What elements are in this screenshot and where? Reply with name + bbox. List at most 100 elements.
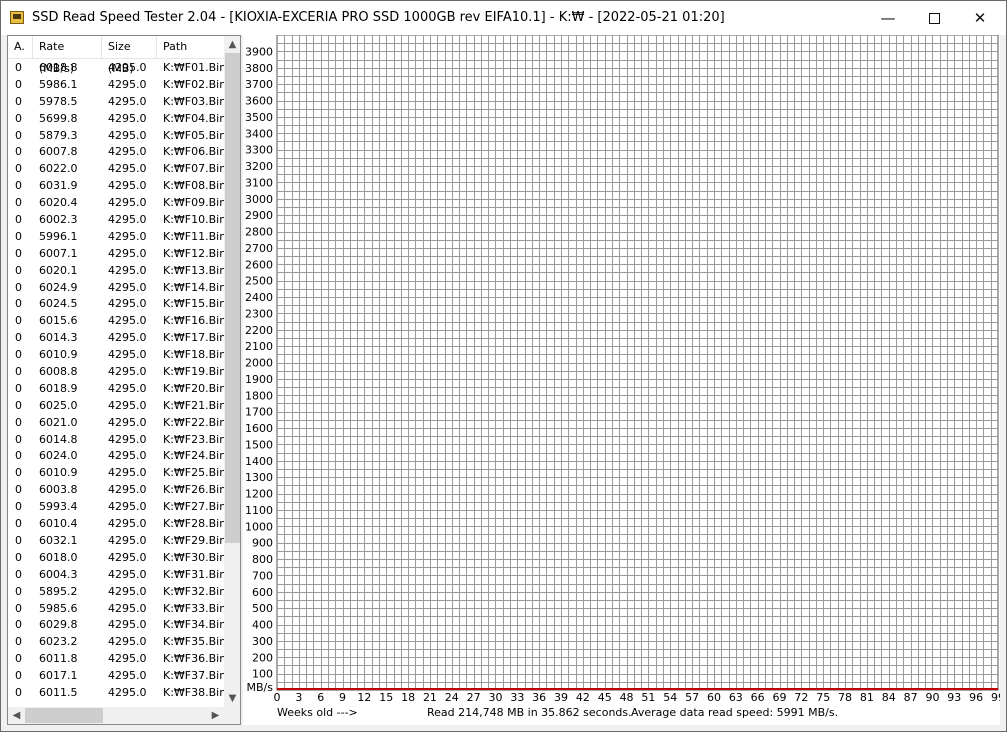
path-cell: K:₩F38.Bin	[163, 685, 227, 699]
list-item[interactable]: 0 6010.9 4295.0 K:₩F25.Bin	[8, 464, 227, 481]
list-item[interactable]: 0 6021.0 4295.0 K:₩F22.Bin	[8, 414, 226, 431]
list-item[interactable]: 0 6002.3 4295.0 K:₩F10.Bin	[8, 211, 226, 228]
attempt-cell: 0	[15, 567, 22, 581]
path-cell: K:₩F25.Bin	[163, 466, 227, 480]
x-tick-label: 72	[794, 691, 808, 704]
size-cell: 4295.0	[108, 685, 147, 699]
list-item[interactable]: 0 6029.8 4295.0 K:₩F34.Bin	[8, 616, 226, 633]
size-cell: 4295.0	[108, 584, 147, 598]
close-icon: ✕	[973, 9, 987, 27]
list-item[interactable]: 0 6014.3 4295.0 K:₩F17.Bin	[8, 329, 226, 346]
list-item[interactable]: 0 6010.4 4295.0 K:₩F28.Bin	[8, 515, 227, 532]
attempt-cell: 0	[15, 365, 22, 379]
list-item[interactable]: 0 6024.0 4295.0 K:₩F24.Bin	[8, 447, 226, 464]
horizontal-scroll-thumb[interactable]	[25, 708, 103, 723]
attempt-cell: 0	[15, 652, 22, 666]
list-item[interactable]: 0 6007.1 4295.0 K:₩F12.Bin	[8, 245, 227, 262]
title-bar[interactable]: SSD Read Speed Tester 2.04 - [KIOXIA-EXC…	[1, 1, 1006, 35]
list-item[interactable]: 0 6022.0 4295.0 K:₩F07.Bin	[8, 160, 226, 177]
list-item[interactable]: 0 6011.8 4295.0 K:₩F36.Bin	[8, 650, 226, 667]
path-cell: K:₩F28.Bin	[163, 517, 227, 531]
x-tick-label: 27	[467, 691, 481, 704]
column-header-path[interactable]: Path	[157, 36, 224, 58]
list-item[interactable]: 0 6011.5 4295.0 K:₩F38.Bin	[8, 684, 227, 701]
size-cell: 4295.0	[108, 348, 147, 362]
scroll-up-arrow-icon[interactable]: ▲	[224, 36, 240, 53]
size-cell: 4295.0	[108, 533, 147, 547]
list-item[interactable]: 0 5895.2 4295.0 K:₩F32.Bin	[8, 583, 226, 600]
size-cell: 4295.0	[108, 669, 147, 683]
close-button[interactable]: ✕	[957, 1, 1003, 35]
column-header-rate[interactable]: Rate (MB/s)	[33, 36, 102, 75]
y-tick-label: 1000	[245, 520, 273, 533]
size-cell: 4295.0	[108, 179, 147, 193]
list-item[interactable]: 0 5985.6 4295.0 K:₩F33.Bin	[8, 600, 226, 617]
path-cell: K:₩F23.Bin	[163, 432, 227, 446]
vertical-scrollbar[interactable]: ▲ ▼	[224, 36, 240, 707]
path-cell: K:₩F35.Bin	[163, 635, 227, 649]
size-cell: 4295.0	[108, 466, 147, 480]
size-cell: 4295.0	[108, 280, 147, 294]
list-item[interactable]: 0 6015.6 4295.0 K:₩F16.Bin	[8, 312, 227, 329]
list-item[interactable]: 0 5978.5 4295.0 K:₩F03.Bin	[8, 93, 226, 110]
path-cell: K:₩F11.Bin	[163, 229, 227, 243]
list-item[interactable]: 0 6004.3 4295.0 K:₩F31.Bin	[8, 566, 226, 583]
scroll-left-arrow-icon[interactable]: ◀	[8, 707, 25, 724]
list-item[interactable]: 0 6010.9 4295.0 K:₩F18.Bin	[8, 346, 226, 363]
scroll-down-arrow-icon[interactable]: ▼	[224, 690, 240, 707]
file-results-list[interactable]: A. Rate (MB/s) Size (MB) Path 0 6018.8 429…	[7, 35, 241, 725]
list-item[interactable]: 0 5996.1 4295.0 K:₩F11.Bin	[8, 228, 227, 245]
list-item[interactable]: 0 5986.1 4295.0 K:₩F02.Bin	[8, 76, 226, 93]
x-tick-label: 36	[532, 691, 546, 704]
list-item[interactable]: 0 6032.1 4295.0 K:₩F29.Bin	[8, 532, 226, 549]
list-item[interactable]: 0 6025.0 4295.0 K:₩F21.Bin	[8, 397, 226, 414]
x-tick-label: 63	[729, 691, 743, 704]
horizontal-scrollbar[interactable]: ◀ ▶	[8, 707, 224, 724]
path-cell: K:₩F12.Bin	[163, 246, 227, 260]
list-item[interactable]: 0 6024.9 4295.0 K:₩F14.Bin	[8, 279, 227, 296]
size-cell: 4295.0	[108, 365, 147, 379]
path-cell: K:₩F26.Bin	[163, 483, 227, 497]
y-tick-label: 2700	[245, 242, 273, 255]
list-item[interactable]: 0 6014.8 4295.0 K:₩F23.Bin	[8, 431, 227, 448]
column-header-size[interactable]: Size (MB)	[102, 36, 157, 75]
list-item[interactable]: 0 6020.1 4295.0 K:₩F13.Bin	[8, 262, 226, 279]
y-tick-label: 3000	[245, 193, 273, 206]
size-cell: 4295.0	[108, 263, 147, 277]
size-cell: 4295.0	[108, 229, 147, 243]
x-tick-label: 75	[816, 691, 830, 704]
y-tick-label: 3700	[245, 78, 273, 91]
path-cell: K:₩F16.Bin	[163, 314, 227, 328]
y-tick-label: 1500	[245, 438, 273, 451]
attempt-cell: 0	[15, 297, 22, 311]
list-item[interactable]: 0 6020.4 4295.0 K:₩F09.Bin	[8, 194, 226, 211]
list-item[interactable]: 0 5993.4 4295.0 K:₩F27.Bin	[8, 498, 226, 515]
rate-cell: 6015.6	[39, 314, 78, 328]
column-header-attempt[interactable]: A.	[8, 36, 33, 58]
list-item[interactable]: 0 6007.8 4295.0 K:₩F06.Bin	[8, 143, 226, 160]
scroll-right-arrow-icon[interactable]: ▶	[207, 707, 224, 724]
minimize-button[interactable]: —	[865, 1, 911, 35]
vertical-scroll-thumb[interactable]	[225, 53, 240, 543]
speed-chart: 1002003004005006007008009001000110012001…	[245, 35, 1000, 704]
list-item[interactable]: 0 5879.3 4295.0 K:₩F05.Bin	[8, 127, 226, 144]
list-item[interactable]: 0 6003.8 4295.0 K:₩F26.Bin	[8, 481, 227, 498]
list-item[interactable]: 0 6024.5 4295.0 K:₩F15.Bin	[8, 295, 226, 312]
list-item[interactable]: 0 6017.1 4295.0 K:₩F37.Bin	[8, 667, 226, 684]
list-item[interactable]: 0 6008.8 4295.0 K:₩F19.Bin	[8, 363, 226, 380]
list-item[interactable]: 0 6018.0 4295.0 K:₩F30.Bin	[8, 549, 226, 566]
y-tick-label: 1600	[245, 422, 273, 435]
list-item[interactable]: 0 6023.2 4295.0 K:₩F35.Bin	[8, 633, 227, 650]
rate-cell: 5986.1	[39, 77, 78, 91]
attempt-cell: 0	[15, 415, 22, 429]
list-item[interactable]: 0 6031.9 4295.0 K:₩F08.Bin	[8, 177, 226, 194]
list-item[interactable]: 0 6018.9 4295.0 K:₩F20.Bin	[8, 380, 226, 397]
list-item[interactable]: 0 6018.8 4295.0 K:₩F01.Bin	[8, 59, 226, 76]
rate-cell: 5985.6	[39, 601, 78, 615]
path-cell: K:₩F14.Bin	[163, 280, 227, 294]
x-tick-label: 99	[991, 691, 1000, 704]
list-item[interactable]: 0 5699.8 4295.0 K:₩F04.Bin	[8, 110, 226, 127]
x-tick-label: 54	[663, 691, 677, 704]
y-tick-label: 3900	[245, 45, 273, 58]
maximize-button[interactable]	[911, 1, 957, 35]
